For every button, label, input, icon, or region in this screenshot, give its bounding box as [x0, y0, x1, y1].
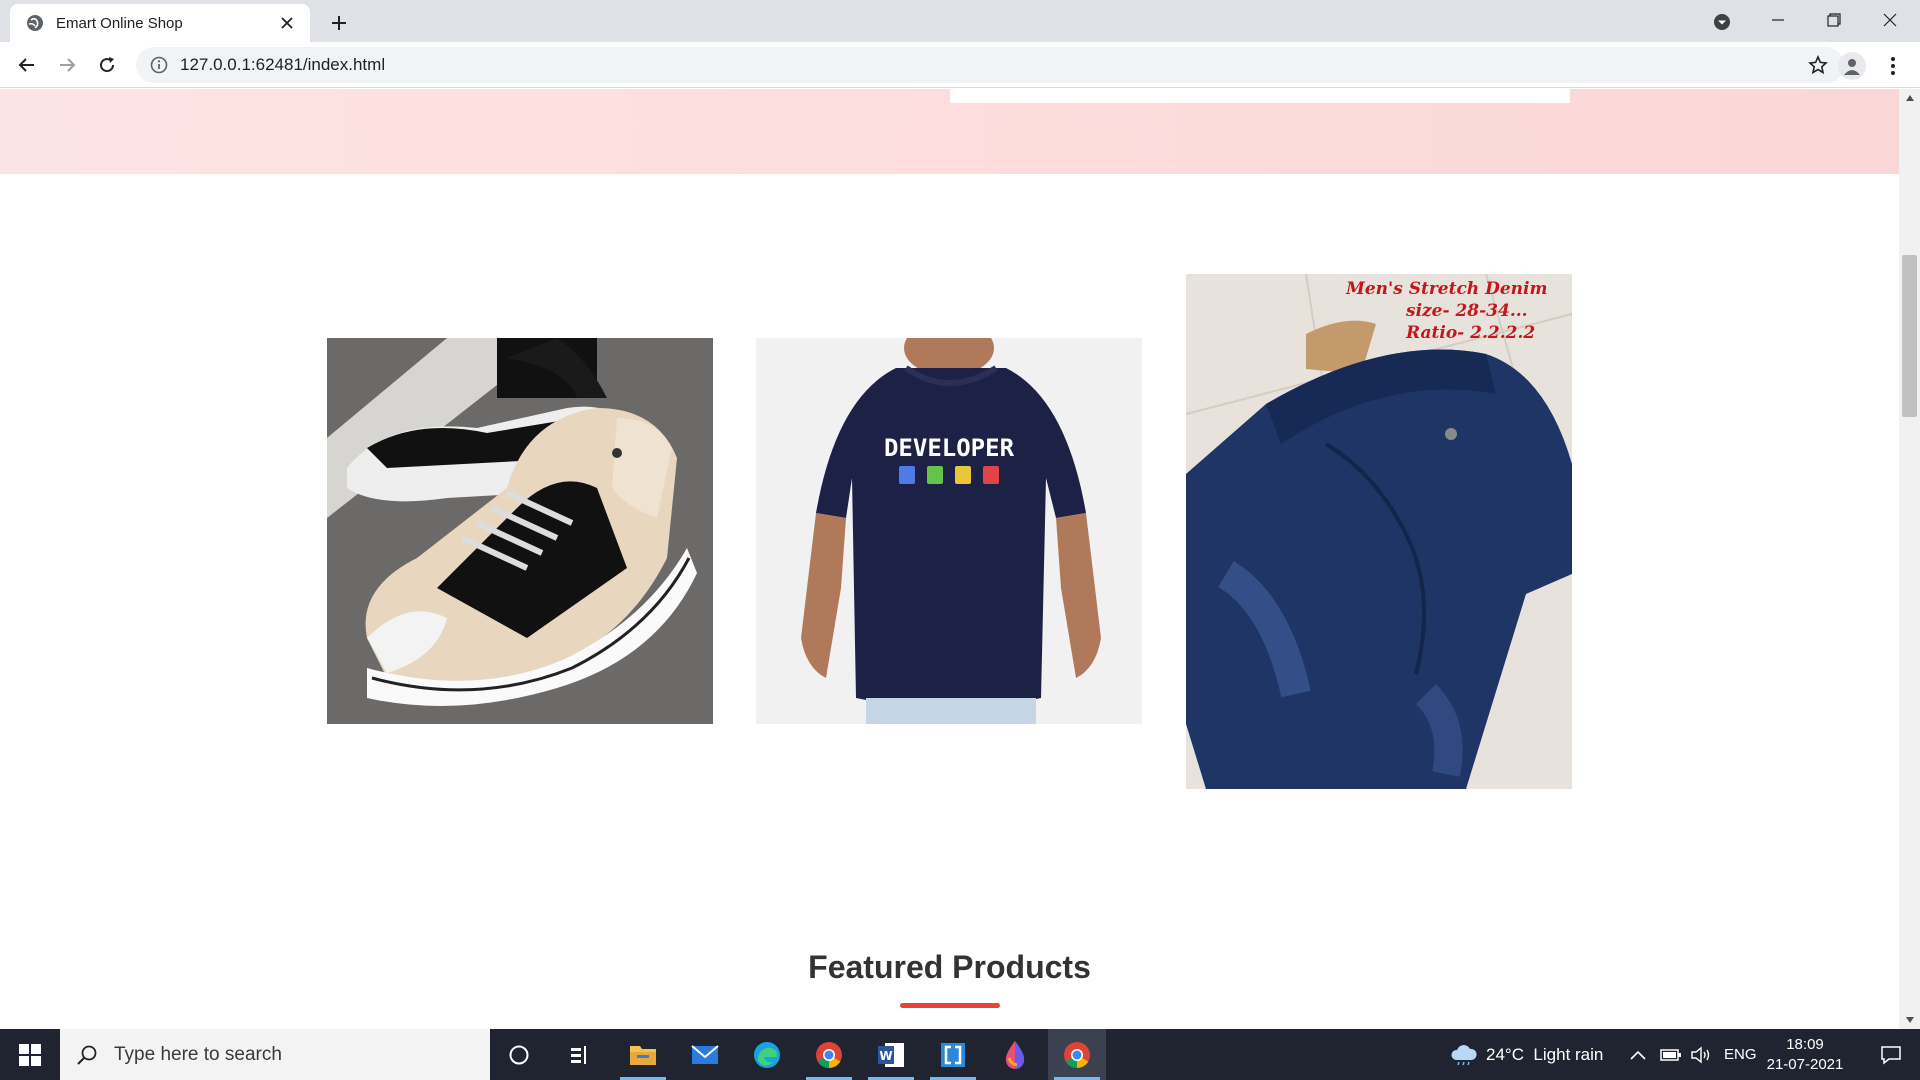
info-icon[interactable] [150, 56, 168, 74]
notification-icon[interactable] [1862, 1029, 1920, 1080]
windows-taskbar: Type here to search W 24°C Light rain EN… [0, 1029, 1920, 1080]
profile-avatar-icon[interactable] [1838, 52, 1866, 80]
app-icon[interactable] [924, 1029, 982, 1080]
file-explorer-icon[interactable] [614, 1029, 672, 1080]
word-icon[interactable]: W [862, 1029, 920, 1080]
jeans-caption-line-2: size- 28-34... [1405, 301, 1528, 321]
paint-icon[interactable] [986, 1029, 1044, 1080]
back-arrow-icon[interactable] [12, 50, 42, 80]
tab-strip: Emart Online Shop [0, 0, 1920, 42]
page-viewport: DEVELOPER Men's Stretch Denim size- 28-3… [0, 89, 1899, 1029]
restore-icon[interactable] [1806, 0, 1862, 40]
task-view-icon[interactable] [551, 1029, 609, 1080]
page-scrollbar[interactable] [1899, 89, 1920, 1029]
browser-toolbar: 127.0.0.1:62481/index.html [0, 42, 1920, 88]
chrome-active-icon[interactable] [1048, 1029, 1106, 1080]
scroll-down-arrow-icon[interactable] [1899, 1011, 1920, 1029]
taskbar-search-box[interactable]: Type here to search [60, 1029, 490, 1080]
tshirt-banner-image[interactable]: DEVELOPER [756, 338, 1142, 724]
hero-form-bottom [950, 89, 1570, 103]
search-placeholder: Type here to search [114, 1043, 282, 1065]
reload-icon[interactable] [92, 50, 122, 80]
url-text: 127.0.0.1:62481/index.html [180, 55, 386, 74]
bookmark-star-icon[interactable] [1806, 53, 1830, 77]
battery-icon[interactable] [1660, 1029, 1682, 1080]
tab-search-icon[interactable] [1708, 9, 1736, 35]
language-indicator[interactable]: ENG [1724, 1029, 1757, 1080]
new-tab-button[interactable] [325, 9, 353, 37]
jeans-banner-image[interactable]: Men's Stretch Denim size- 28-34... Ratio… [1186, 274, 1572, 789]
close-tab-icon[interactable] [276, 12, 298, 34]
globe-icon [26, 14, 44, 32]
volume-icon[interactable] [1690, 1029, 1712, 1080]
jeans-caption-line-1: Men's Stretch Denim [1345, 279, 1547, 299]
cortana-icon[interactable] [490, 1029, 548, 1080]
browser-tab[interactable]: Emart Online Shop [10, 4, 310, 42]
chrome-icon[interactable] [800, 1029, 858, 1080]
windows-start-icon[interactable] [0, 1029, 60, 1080]
tab-title: Emart Online Shop [56, 14, 183, 32]
system-clock[interactable]: 18:09 21-07-2021 [1760, 1035, 1850, 1075]
svg-text:W: W [879, 1049, 892, 1063]
scroll-thumb[interactable] [1902, 255, 1917, 417]
clock-time: 18:09 [1786, 1036, 1824, 1053]
mail-icon[interactable] [676, 1029, 734, 1080]
clock-date: 21-07-2021 [1766, 1056, 1844, 1073]
forward-arrow-icon[interactable] [52, 50, 82, 80]
section-title: Featured Products [808, 949, 1091, 985]
scroll-up-arrow-icon[interactable] [1899, 89, 1920, 107]
weather-widget[interactable]: 24°C Light rain [1450, 1029, 1603, 1080]
cloud-rain-icon [1450, 1044, 1478, 1066]
close-window-icon[interactable] [1862, 0, 1918, 40]
address-bar[interactable]: 127.0.0.1:62481/index.html [136, 47, 1844, 83]
minimize-icon[interactable] [1750, 0, 1806, 40]
show-hidden-icons-chevron-icon[interactable] [1630, 1029, 1646, 1080]
jeans-caption-line-3: Ratio- 2.2.2.2 [1405, 323, 1535, 343]
weather-text: 24°C Light rain [1486, 1044, 1604, 1064]
title-underline [900, 1003, 1000, 1008]
edge-icon[interactable] [738, 1029, 796, 1080]
tshirt-print-text: DEVELOPER [884, 434, 1015, 462]
sneakers-banner-image[interactable] [327, 338, 713, 724]
kebab-menu-icon[interactable] [1880, 52, 1906, 80]
search-icon [76, 1044, 98, 1066]
